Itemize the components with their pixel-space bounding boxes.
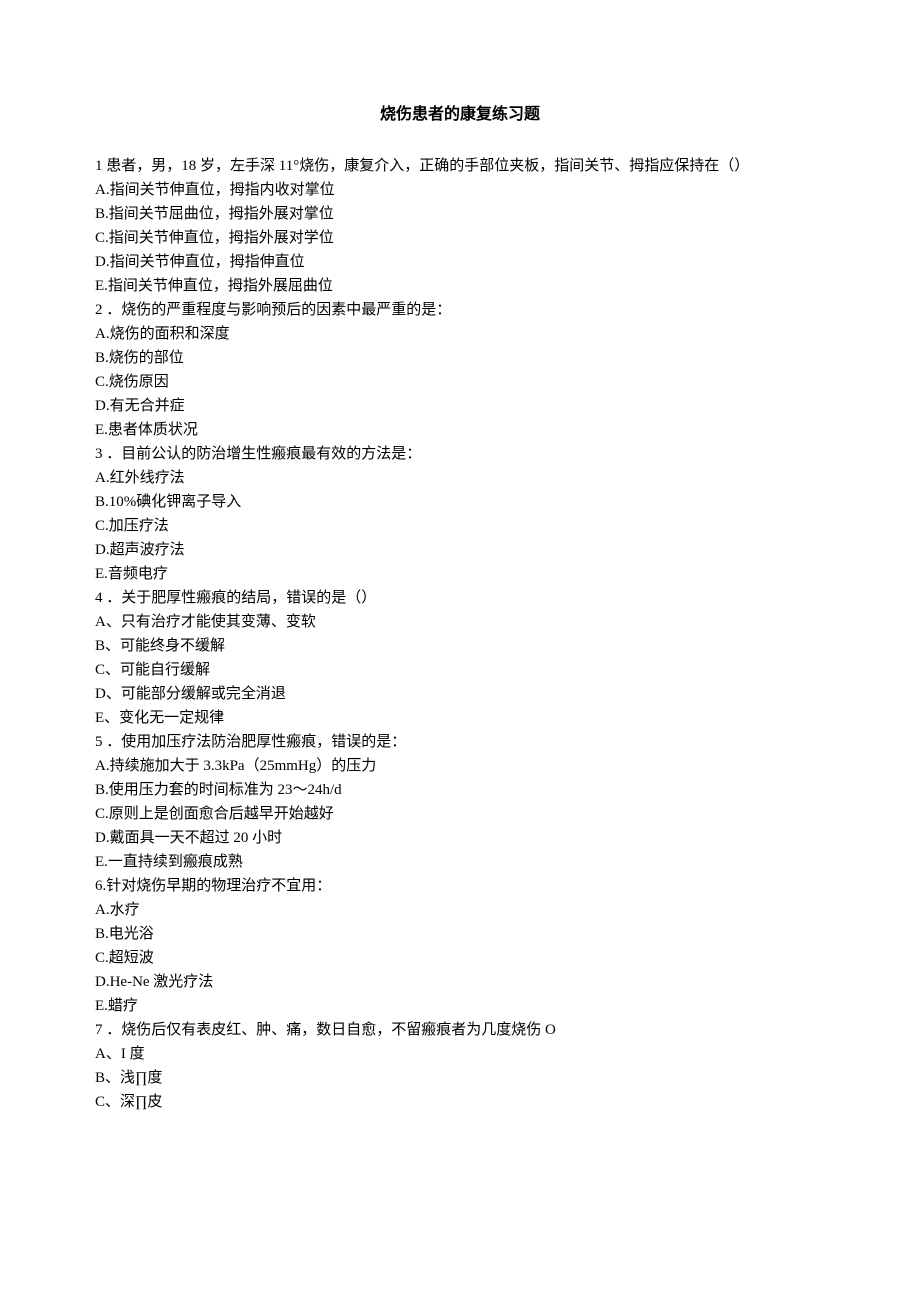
question-option: C、可能自行缓解 [95,658,825,682]
question-option: C.原则上是创面愈合后越早开始越好 [95,802,825,826]
question-option: E.患者体质状况 [95,418,825,442]
question-stem: 5 ．使用加压疗法防治肥厚性瘢痕，错误的是： [95,730,825,754]
question-option: C.超短波 [95,946,825,970]
question-option: D.有无合并症 [95,394,825,418]
question-option: A.红外线疗法 [95,466,825,490]
document-page: 烧伤患者的康复练习题 1 患者，男，18 岁，左手深 11°烧伤，康复介入，正确… [0,0,920,1174]
question-option: D.He-Ne 激光疗法 [95,970,825,994]
question-option: C、深∏皮 [95,1090,825,1114]
question-option: D.戴面具一天不超过 20 小时 [95,826,825,850]
question-option: C.指间关节伸直位，拇指外展对学位 [95,226,825,250]
question-option: B、可能终身不缓解 [95,634,825,658]
question-option: A.持续施加大于 3.3kPa（25mmHg）的压力 [95,754,825,778]
question-option: C.加压疗法 [95,514,825,538]
question-option: C.烧伤原因 [95,370,825,394]
question-option: E.音频电疗 [95,562,825,586]
question-option: A.烧伤的面积和深度 [95,322,825,346]
page-title: 烧伤患者的康复练习题 [95,100,825,124]
question-option: D.超声波疗法 [95,538,825,562]
question-option: D.指间关节伸直位，拇指伸直位 [95,250,825,274]
question-stem: 3 ．目前公认的防治增生性瘢痕最有效的方法是： [95,442,825,466]
question-option: A、只有治疗才能使其变薄、变软 [95,610,825,634]
question-option: E.一直持续到瘢痕成熟 [95,850,825,874]
question-option: A.水疗 [95,898,825,922]
question-stem: 4 ．关于肥厚性瘢痕的结局，错误的是（） [95,586,825,610]
question-stem: 7 ．烧伤后仅有表皮红、肿、痛，数日自愈，不留瘢痕者为几度烧伤 O [95,1018,825,1042]
question-option: A、I 度 [95,1042,825,1066]
question-option: B、浅∏度 [95,1066,825,1090]
question-option: A.指间关节伸直位，拇指内收对掌位 [95,178,825,202]
question-stem: 2 ．烧伤的严重程度与影响预后的因素中最严重的是： [95,298,825,322]
question-stem: 6.针对烧伤早期的物理治疗不宜用： [95,874,825,898]
content-area: 1 患者，男，18 岁，左手深 11°烧伤，康复介入，正确的手部位夹板，指间关节… [95,154,825,1114]
question-option: E.蜡疗 [95,994,825,1018]
question-stem: 1 患者，男，18 岁，左手深 11°烧伤，康复介入，正确的手部位夹板，指间关节… [95,154,825,178]
question-option: D、可能部分缓解或完全消退 [95,682,825,706]
question-option: E.指间关节伸直位，拇指外展屈曲位 [95,274,825,298]
question-option: B.电光浴 [95,922,825,946]
question-option: B.烧伤的部位 [95,346,825,370]
question-option: B.指间关节屈曲位，拇指外展对掌位 [95,202,825,226]
question-option: B.10%碘化钾离子导入 [95,490,825,514]
question-option: E、变化无一定规律 [95,706,825,730]
question-option: B.使用压力套的时间标准为 23～24h/d [95,778,825,802]
